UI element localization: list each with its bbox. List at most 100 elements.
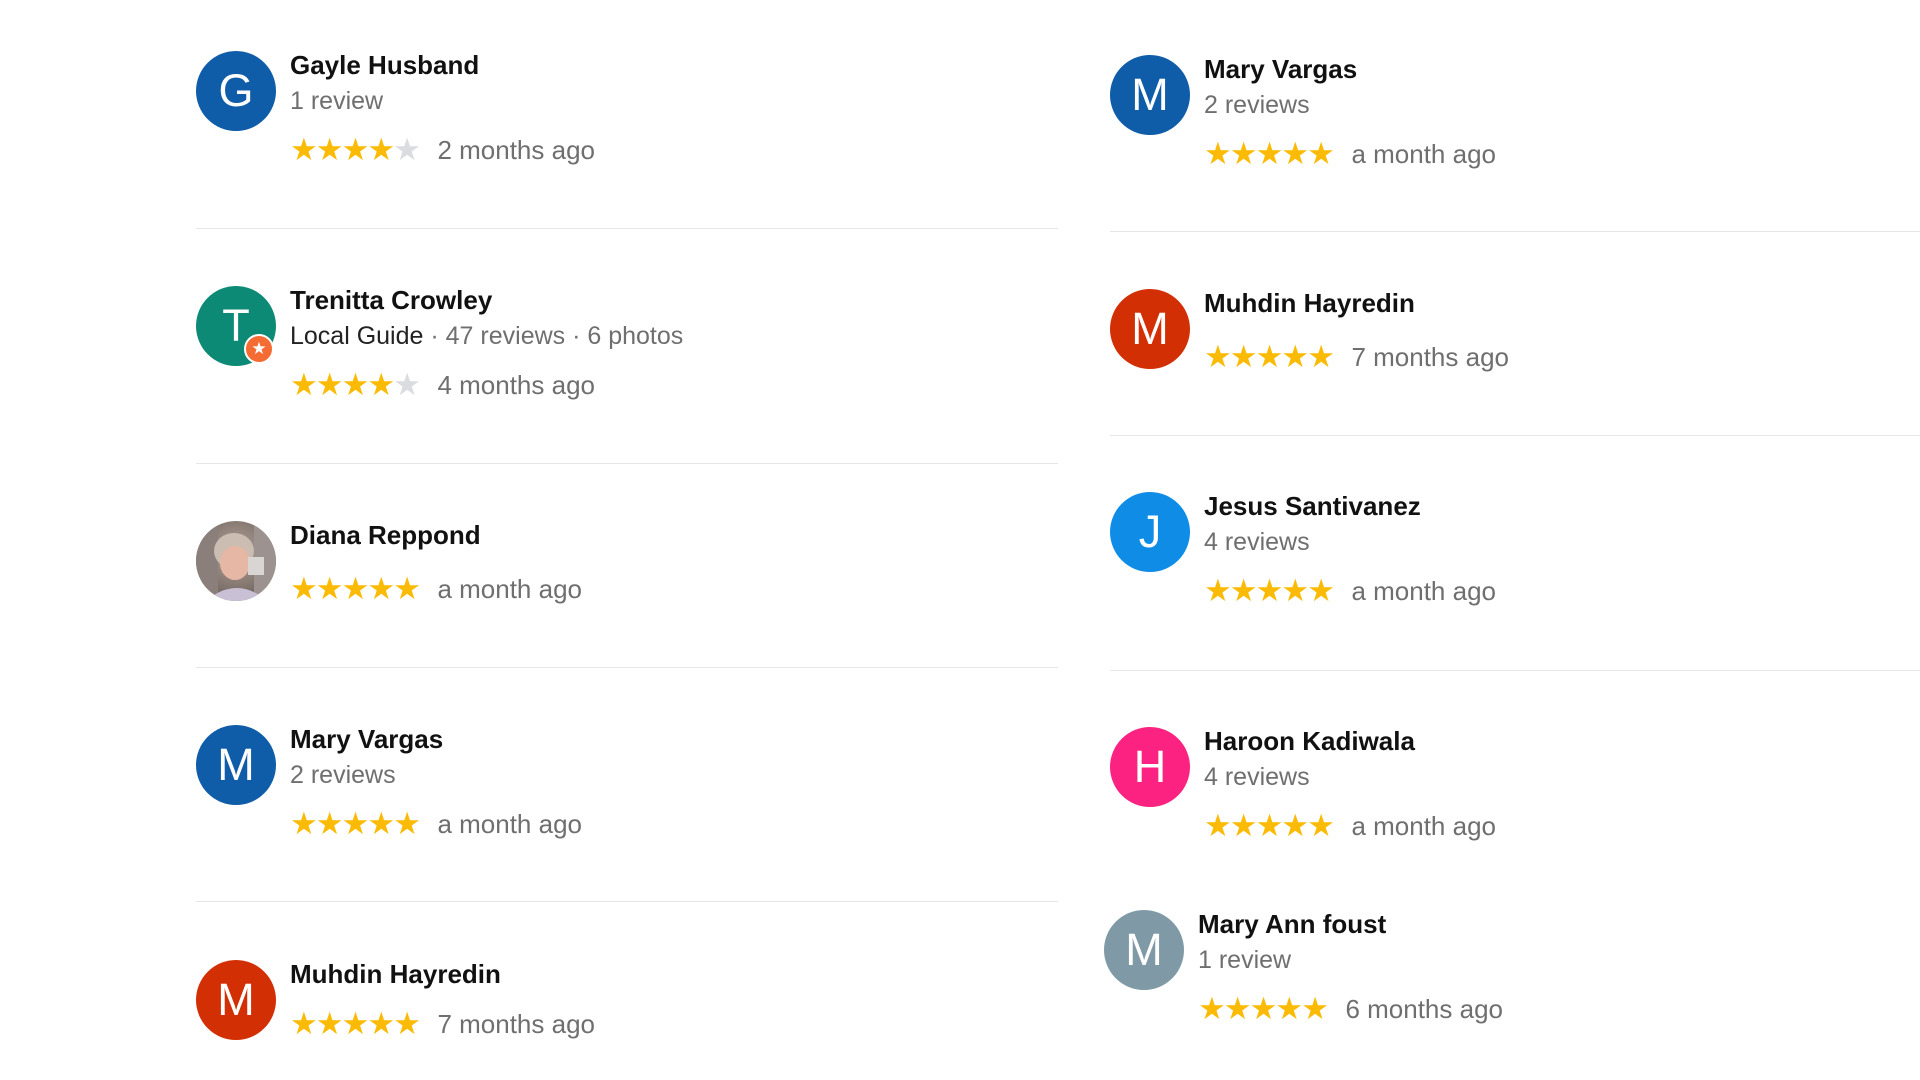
avatar[interactable]: M xyxy=(1104,910,1184,990)
avatar[interactable]: M xyxy=(196,725,276,805)
star-filled-icon: ★ xyxy=(290,806,318,841)
star-filled-icon: ★ xyxy=(1255,573,1284,608)
reviewer-info: Mary Vargas 2 reviews xyxy=(1204,54,1357,120)
star-filled-icon: ★ xyxy=(1229,808,1258,843)
reviews-page: G Gayle Husband 1 review ★★★★★ 2 months … xyxy=(0,0,1920,1080)
reviewer-name[interactable]: Mary Vargas xyxy=(1204,54,1357,84)
star-filled-icon: ★ xyxy=(315,367,344,402)
star-filled-icon: ★ xyxy=(1229,136,1258,171)
reviewer-info: Trenitta Crowley Local Guide · 47 review… xyxy=(290,285,683,351)
star-rating: ★★★★★ xyxy=(1198,991,1329,1026)
review-time: 4 months ago xyxy=(437,370,595,400)
reviewer-meta: Local Guide · 47 reviews · 6 photos xyxy=(290,321,683,351)
review-time: a month ago xyxy=(437,574,582,604)
star-filled-icon: ★ xyxy=(1255,808,1284,843)
reviewer-meta: 2 reviews xyxy=(1204,91,1310,119)
reviewer-info: Diana Reppond xyxy=(290,520,481,550)
reviewer-name[interactable]: Muhdin Hayredin xyxy=(290,959,501,989)
star-filled-icon: ★ xyxy=(1198,991,1226,1026)
avatar[interactable]: H xyxy=(1110,727,1190,807)
divider xyxy=(196,228,1058,229)
star-filled-icon: ★ xyxy=(1204,136,1232,171)
star-filled-icon: ★ xyxy=(1229,339,1258,374)
review-card: Diana Reppond ★★★★★ a month ago xyxy=(196,520,1056,606)
star-filled-icon: ★ xyxy=(1255,136,1284,171)
reviewer-meta: 1 review xyxy=(290,87,384,115)
reviewer-info: Jesus Santivanez 4 reviews xyxy=(1204,491,1421,557)
star-filled-icon: ★ xyxy=(315,571,344,606)
star-rating: ★★★★★ xyxy=(290,806,421,841)
star-filled-icon: ★ xyxy=(1281,808,1309,843)
review-time: 7 months ago xyxy=(437,1009,595,1039)
reviewer-info: Gayle Husband 1 review xyxy=(290,50,479,116)
star-filled-icon: ★ xyxy=(1307,573,1335,608)
review-time: 6 months ago xyxy=(1345,994,1503,1024)
avatar[interactable]: M xyxy=(196,960,276,1040)
star-filled-icon: ★ xyxy=(367,571,395,606)
review-card: H Haroon Kadiwala 4 reviews ★★★★★ a mont… xyxy=(1110,726,1920,847)
star-filled-icon: ★ xyxy=(393,1006,421,1041)
star-filled-icon: ★ xyxy=(1301,991,1329,1026)
review-card: G Gayle Husband 1 review ★★★★★ 2 months … xyxy=(196,50,1056,171)
review-card: T ★ Trenitta Crowley Local Guide · 47 re… xyxy=(196,285,1056,406)
rating-row: ★★★★★ a month ago xyxy=(1204,574,1496,608)
star-filled-icon: ★ xyxy=(1307,808,1335,843)
review-time: a month ago xyxy=(1351,811,1496,841)
star-filled-icon: ★ xyxy=(1281,339,1309,374)
reviewer-stats: · 47 reviews · 6 photos xyxy=(423,322,684,350)
reviewer-name[interactable]: Gayle Husband xyxy=(290,50,479,80)
star-filled-icon: ★ xyxy=(1307,136,1335,171)
avatar[interactable]: G xyxy=(196,51,276,131)
review-card: J Jesus Santivanez 4 reviews ★★★★★ a mon… xyxy=(1110,491,1920,612)
star-filled-icon: ★ xyxy=(341,806,370,841)
avatar-photo[interactable] xyxy=(196,521,276,601)
star-filled-icon: ★ xyxy=(367,806,395,841)
avatar[interactable]: J xyxy=(1110,492,1190,572)
reviewer-name[interactable]: Mary Ann foust xyxy=(1198,909,1386,939)
divider xyxy=(196,667,1058,668)
reviewer-info: Mary Vargas 2 reviews xyxy=(290,724,443,790)
divider xyxy=(1110,435,1920,436)
star-filled-icon: ★ xyxy=(1307,339,1335,374)
reviewer-info: Haroon Kadiwala 4 reviews xyxy=(1204,726,1415,792)
review-time: a month ago xyxy=(1351,139,1496,169)
reviewer-name[interactable]: Jesus Santivanez xyxy=(1204,491,1421,521)
avatar[interactable]: M xyxy=(1110,55,1190,135)
review-time: a month ago xyxy=(437,809,582,839)
star-rating: ★★★★★ xyxy=(1204,573,1335,608)
star-rating: ★★★★★ xyxy=(290,1006,421,1041)
avatar[interactable]: M xyxy=(1110,289,1190,369)
review-card: M Mary Vargas 2 reviews ★★★★★ a month ag… xyxy=(196,724,1056,845)
star-filled-icon: ★ xyxy=(393,806,421,841)
star-filled-icon: ★ xyxy=(367,132,395,167)
star-rating: ★★★★★ xyxy=(290,367,421,402)
star-filled-icon: ★ xyxy=(1204,573,1232,608)
divider xyxy=(196,463,1058,464)
star-filled-icon: ★ xyxy=(290,1006,318,1041)
reviewer-meta: 1 review xyxy=(1198,946,1292,974)
reviewer-name[interactable]: Mary Vargas xyxy=(290,724,443,754)
star-filled-icon: ★ xyxy=(1275,991,1303,1026)
star-filled-icon: ★ xyxy=(393,571,421,606)
star-filled-icon: ★ xyxy=(315,132,344,167)
star-rating: ★★★★★ xyxy=(1204,339,1335,374)
reviewer-name[interactable]: Muhdin Hayredin xyxy=(1204,288,1415,318)
rating-row: ★★★★★ 4 months ago xyxy=(290,368,595,402)
divider xyxy=(1110,231,1920,232)
star-filled-icon: ★ xyxy=(1204,808,1232,843)
reviewer-info: Muhdin Hayredin xyxy=(1204,288,1415,318)
star-filled-icon: ★ xyxy=(290,132,318,167)
reviewer-name[interactable]: Trenitta Crowley xyxy=(290,285,683,315)
star-filled-icon: ★ xyxy=(367,1006,395,1041)
review-time: 7 months ago xyxy=(1351,342,1509,372)
rating-row: ★★★★★ a month ago xyxy=(290,807,582,841)
star-filled-icon: ★ xyxy=(367,367,395,402)
review-card: M Mary Ann foust 1 review ★★★★★ 6 months… xyxy=(1104,909,1914,1030)
star-rating: ★★★★★ xyxy=(1204,808,1335,843)
review-card: M Mary Vargas 2 reviews ★★★★★ a month ag… xyxy=(1110,54,1920,175)
reviewer-name[interactable]: Haroon Kadiwala xyxy=(1204,726,1415,756)
star-filled-icon: ★ xyxy=(1281,136,1309,171)
rating-row: ★★★★★ a month ago xyxy=(1204,809,1496,843)
reviewer-name[interactable]: Diana Reppond xyxy=(290,520,481,550)
star-filled-icon: ★ xyxy=(1281,573,1309,608)
